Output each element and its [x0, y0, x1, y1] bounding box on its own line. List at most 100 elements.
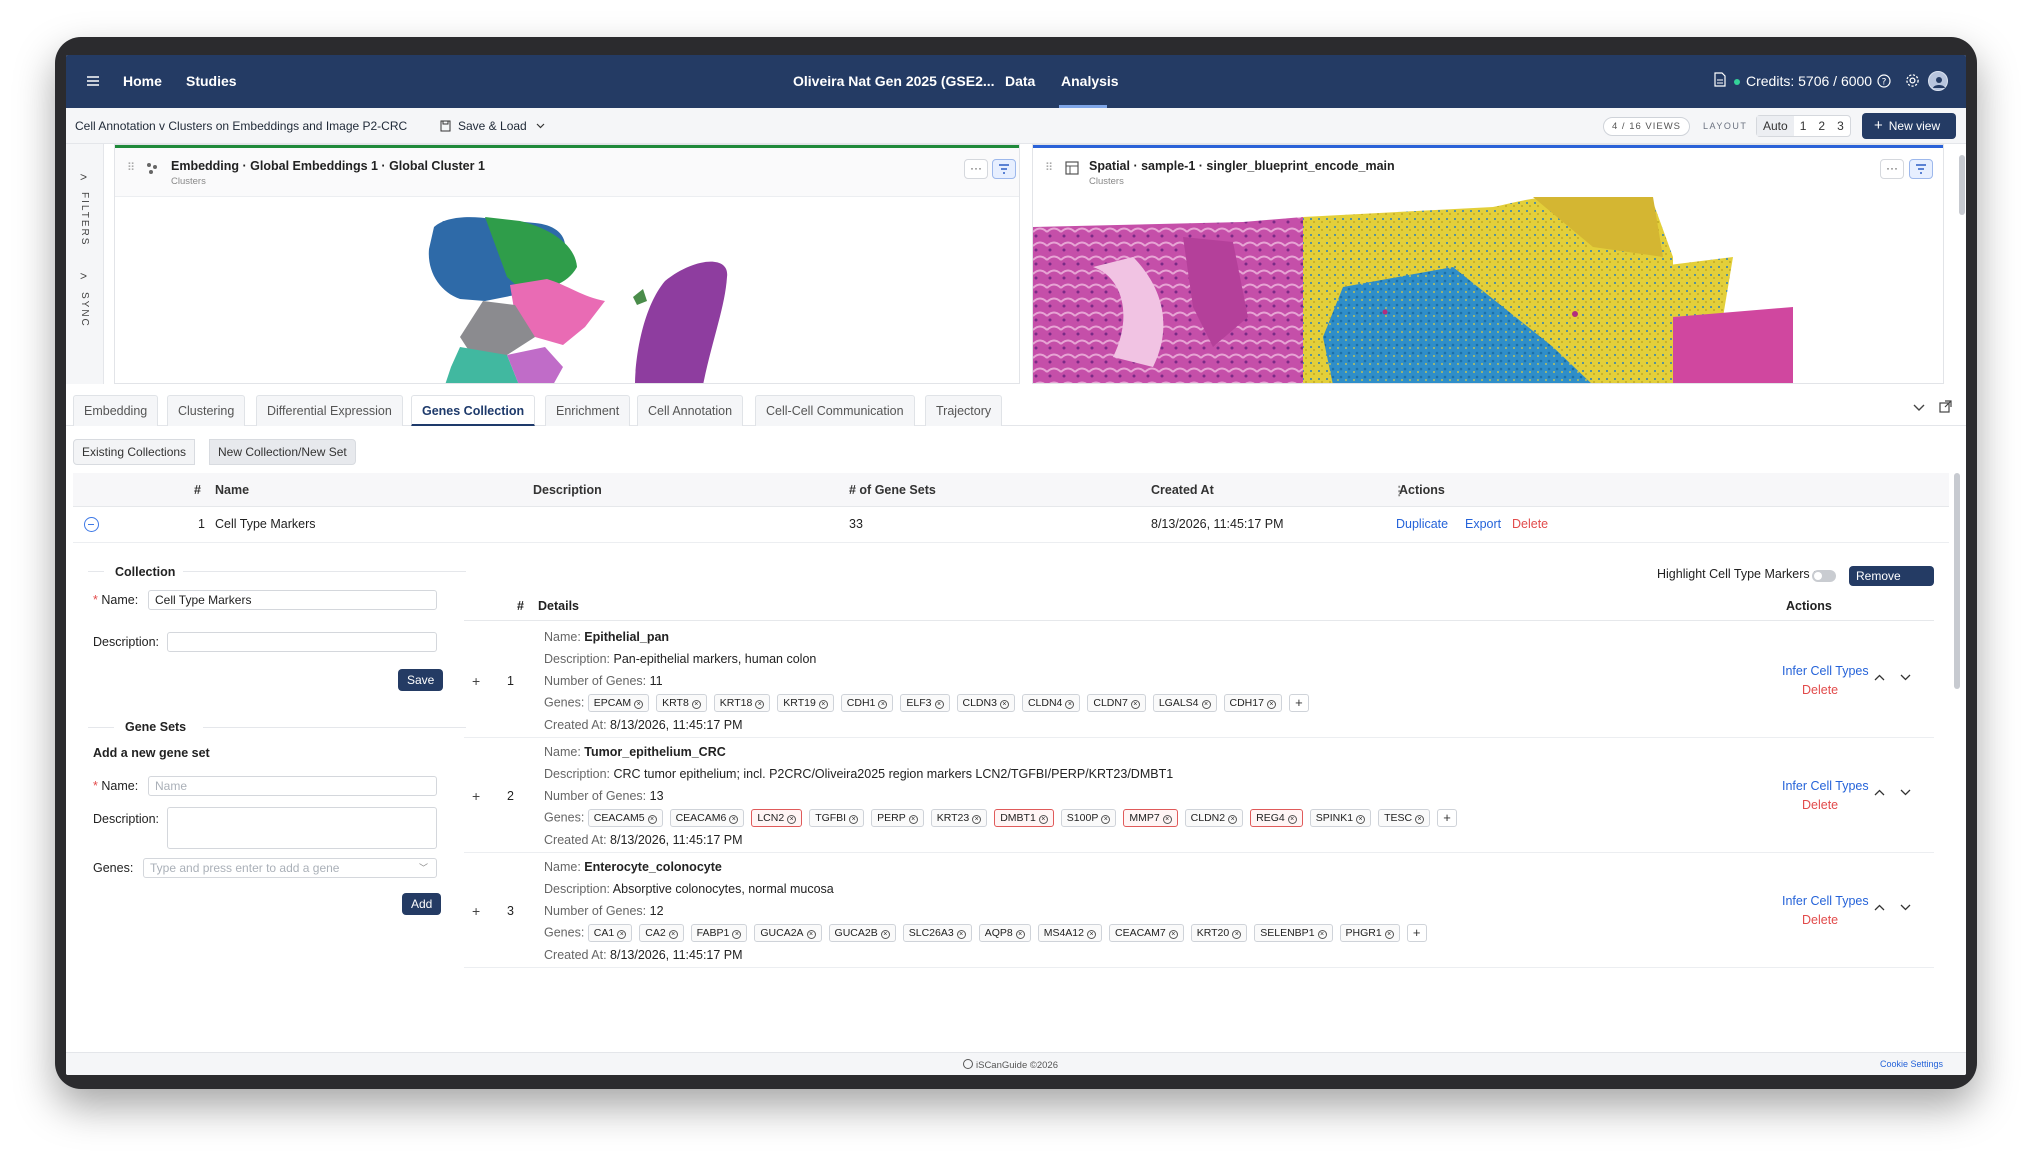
sync-rail-label[interactable]: SYNC: [79, 292, 90, 328]
remove-gene-icon[interactable]: ×: [1168, 930, 1178, 940]
new-view-button[interactable]: + New view: [1862, 113, 1956, 139]
gene-tag[interactable]: CDH1 ×: [840, 694, 894, 713]
remove-gene-icon[interactable]: ×: [1415, 815, 1425, 825]
drag-handle-icon[interactable]: ⠿: [1045, 161, 1053, 174]
remove-gene-icon[interactable]: ×: [1384, 930, 1394, 940]
drag-handle-icon[interactable]: ⠿: [127, 161, 135, 174]
infer-cell-types-link[interactable]: Infer Cell Types: [1782, 779, 1869, 793]
export-link[interactable]: Export: [1465, 517, 1501, 531]
gene-tag[interactable]: EPCAM ×: [587, 694, 650, 713]
chevron-down-icon[interactable]: [536, 123, 545, 129]
col-gene-sets[interactable]: # of Gene Sets: [849, 483, 936, 497]
remove-gene-icon[interactable]: ×: [1101, 815, 1111, 825]
gene-tag[interactable]: GUCA2B ×: [828, 924, 896, 943]
add-gene-icon[interactable]: +: [1437, 809, 1458, 827]
segment-new-collection[interactable]: New Collection/New Set: [209, 439, 356, 465]
remove-gene-icon[interactable]: ×: [668, 930, 678, 940]
remove-gene-icon[interactable]: ×: [1086, 930, 1096, 940]
remove-gene-icon[interactable]: ×: [1317, 930, 1327, 940]
gene-tag[interactable]: CLDN4 ×: [1021, 694, 1081, 713]
nav-home[interactable]: Home: [123, 73, 162, 89]
remove-gene-icon[interactable]: ×: [1266, 700, 1276, 710]
remove-gene-icon[interactable]: ×: [691, 700, 701, 710]
popout-icon[interactable]: [1939, 400, 1952, 413]
add-gene-icon[interactable]: +: [1406, 924, 1427, 942]
remove-gene-icon[interactable]: ×: [806, 930, 816, 940]
layout-option-2[interactable]: 2: [1812, 116, 1831, 136]
gene-tag[interactable]: TESC ×: [1378, 809, 1431, 828]
nav-studies[interactable]: Studies: [186, 73, 237, 89]
remove-gene-icon[interactable]: ×: [647, 815, 657, 825]
remove-gene-icon[interactable]: ×: [634, 700, 644, 710]
remove-gene-icon[interactable]: ×: [1232, 930, 1242, 940]
tab-cell-cell-communication[interactable]: Cell-Cell Communication: [755, 395, 915, 426]
remove-gene-icon[interactable]: ×: [1228, 815, 1238, 825]
genes-tag-input[interactable]: Type and press enter to add a gene ﹀: [143, 858, 437, 878]
remove-gene-icon[interactable]: ×: [617, 930, 627, 940]
help-icon[interactable]: ?: [1877, 74, 1891, 88]
gene-tag[interactable]: KRT18 ×: [713, 694, 771, 713]
gene-tag[interactable]: KRT8 ×: [656, 694, 707, 713]
delete-gene-set-link[interactable]: Delete: [1802, 683, 1838, 697]
remove-gene-icon[interactable]: ×: [732, 930, 742, 940]
gene-set-name-input[interactable]: Name: [148, 776, 437, 796]
remove-gene-icon[interactable]: ×: [787, 815, 797, 825]
remove-gene-icon[interactable]: ×: [1130, 700, 1140, 710]
delete-gene-set-link[interactable]: Delete: [1802, 913, 1838, 927]
more-options-icon[interactable]: ···: [1880, 159, 1904, 179]
gene-tag[interactable]: KRT20 ×: [1190, 924, 1248, 943]
gene-tag[interactable]: SPINK1 ×: [1309, 809, 1372, 828]
gene-tag[interactable]: DMBT1 ×: [994, 809, 1054, 828]
spatial-tissue-image[interactable]: [1033, 197, 1944, 384]
chevron-down-icon[interactable]: ﹀: [419, 859, 428, 877]
gene-set-row[interactable]: +3 Name: Enterocyte_colonocyte Description…: [464, 853, 1934, 968]
table-row[interactable]: 1 Cell Type Markers 33 8/13/2026, 11:45:…: [73, 507, 1949, 543]
col-created[interactable]: Created At: [1151, 483, 1214, 497]
tab-clustering[interactable]: Clustering: [167, 395, 246, 426]
gene-tag[interactable]: LCN2 ×: [751, 809, 803, 828]
remove-gene-icon[interactable]: ×: [1015, 930, 1025, 940]
filter-icon[interactable]: [992, 159, 1016, 179]
remove-gene-icon[interactable]: ×: [999, 700, 1009, 710]
nav-data[interactable]: Data: [1005, 73, 1035, 89]
tab-cell-annotation[interactable]: Cell Annotation: [637, 395, 744, 426]
remove-duplicates-button[interactable]: Remove duplicates: [1849, 566, 1934, 603]
layout-option-1[interactable]: 1: [1794, 116, 1813, 136]
gene-tag[interactable]: GUCA2A ×: [754, 924, 822, 943]
segment-existing-collections[interactable]: Existing Collections: [73, 439, 196, 465]
gene-tag[interactable]: REG4 ×: [1250, 809, 1303, 828]
more-options-icon[interactable]: ···: [964, 159, 988, 179]
remove-gene-icon[interactable]: ×: [818, 700, 828, 710]
gene-tag[interactable]: AQP8 ×: [978, 924, 1031, 943]
duplicate-link[interactable]: Duplicate: [1396, 517, 1448, 531]
remove-gene-icon[interactable]: ×: [956, 930, 966, 940]
remove-gene-icon[interactable]: ×: [729, 815, 739, 825]
filters-rail-label[interactable]: FILTERS: [79, 192, 90, 246]
remove-gene-icon[interactable]: ×: [849, 815, 859, 825]
move-down-icon[interactable]: [1900, 904, 1911, 911]
user-avatar-icon[interactable]: [1928, 71, 1948, 91]
tab-embedding[interactable]: Embedding: [73, 395, 159, 426]
save-load-menu[interactable]: Save & Load: [458, 119, 527, 133]
collection-description-input[interactable]: [167, 632, 437, 652]
expand-row-icon[interactable]: +: [472, 788, 480, 804]
gene-tag[interactable]: MMP7 ×: [1123, 809, 1178, 828]
remove-gene-icon[interactable]: ×: [1201, 700, 1211, 710]
cookie-settings-link[interactable]: Cookie Settings: [1880, 1059, 1943, 1069]
remove-gene-icon[interactable]: ×: [880, 930, 890, 940]
remove-gene-icon[interactable]: ×: [908, 815, 918, 825]
menu-icon[interactable]: [86, 74, 100, 88]
remove-gene-icon[interactable]: ×: [1287, 815, 1297, 825]
collapse-panel-icon[interactable]: [1913, 404, 1925, 412]
move-down-icon[interactable]: [1900, 674, 1911, 681]
gene-tag[interactable]: KRT19 ×: [777, 694, 834, 713]
gene-tag[interactable]: FABP1 ×: [690, 924, 748, 943]
gene-set-row[interactable]: +2 Name: Tumor_epithelium_CRC Description:…: [464, 738, 1934, 853]
gene-tag[interactable]: CA2 ×: [639, 924, 684, 943]
scrollbar[interactable]: [1954, 473, 1960, 689]
tab-trajectory[interactable]: Trajectory: [925, 395, 1003, 426]
expand-sync-icon[interactable]: >: [80, 269, 87, 283]
add-gene-icon[interactable]: +: [1288, 694, 1309, 712]
expand-row-icon[interactable]: +: [472, 673, 480, 689]
remove-gene-icon[interactable]: ×: [972, 815, 982, 825]
